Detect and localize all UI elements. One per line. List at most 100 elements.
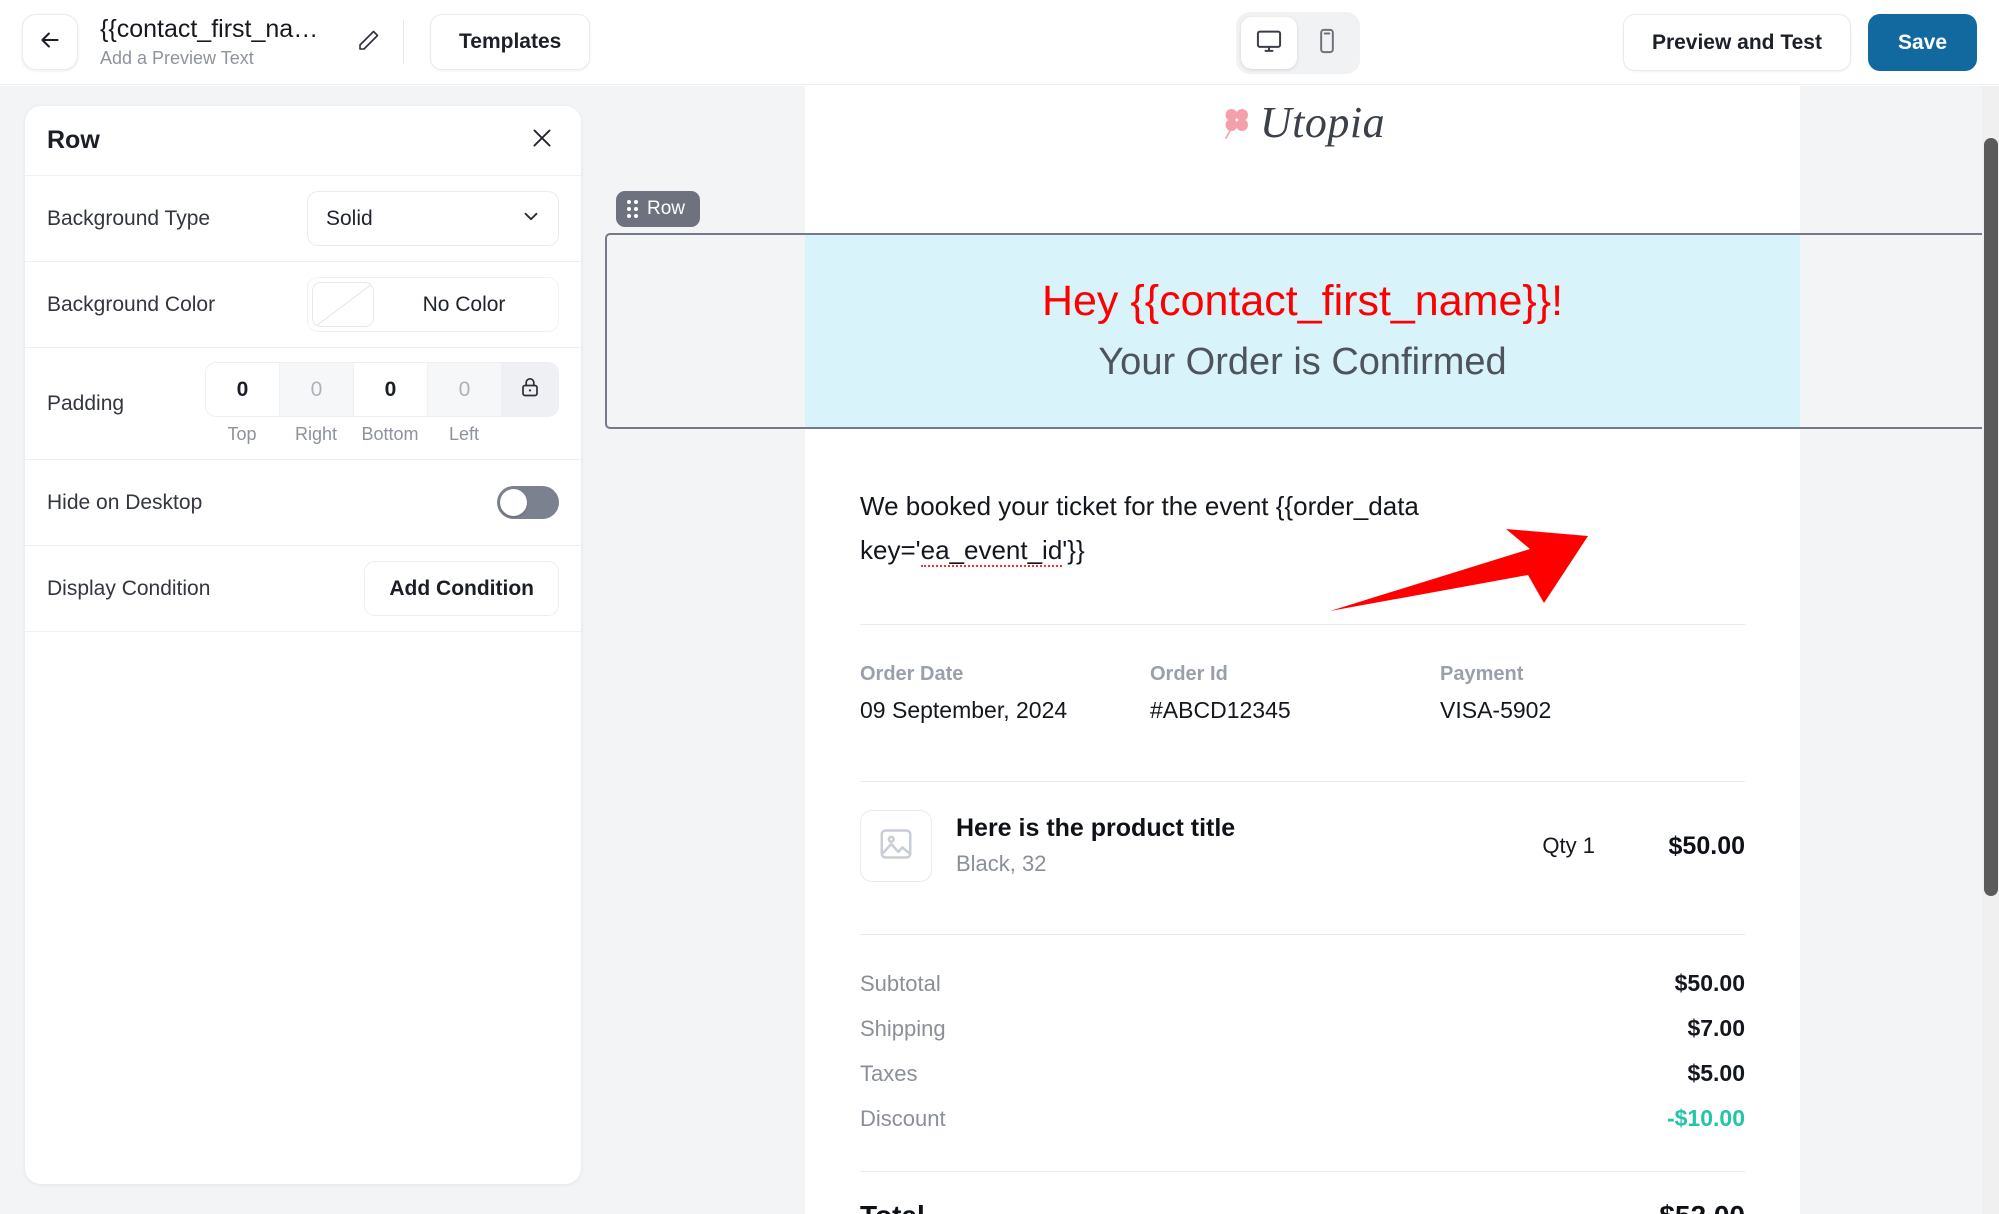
taxes-value: $5.00 [1687, 1060, 1745, 1086]
product-price: $50.00 [1668, 831, 1745, 860]
add-condition-button[interactable]: Add Condition [364, 561, 559, 616]
padding-label: Padding [47, 391, 125, 415]
arrow-left-icon [37, 27, 63, 58]
order-id-value: #ABCD12345 [1150, 697, 1291, 723]
background-type-select[interactable]: Solid [307, 191, 559, 246]
padding-bottom-input[interactable]: 0 [354, 363, 428, 416]
document-title-block: {{contact_first_nam… Add a Preview Text [100, 14, 335, 71]
page-title: {{contact_first_nam… [100, 14, 335, 43]
image-placeholder-icon [877, 825, 915, 868]
grand-total-value: $52.00 [1659, 1200, 1745, 1214]
device-preview-toggle[interactable] [1236, 12, 1360, 74]
save-button[interactable]: Save [1867, 14, 1977, 71]
padding-controls: 0 0 0 0 Top Right Bottom Left [205, 362, 559, 445]
close-icon [529, 125, 555, 156]
chevron-down-icon [520, 205, 542, 233]
hide-on-desktop-field: Hide on Desktop [25, 460, 581, 546]
background-type-label: Background Type [47, 206, 211, 230]
product-quantity: Qty 1 [1542, 833, 1595, 858]
taxes-row: Taxes $5.00 [860, 1051, 1745, 1096]
row-block-badge[interactable]: Row [616, 191, 701, 227]
email-subheadline: Your Order is Confirmed [1098, 341, 1507, 383]
payment-label: Payment [1440, 663, 1524, 685]
lock-icon [518, 375, 542, 405]
background-type-field: Background Type Solid [25, 176, 581, 262]
order-date-cell: Order Date 09 September, 2024 [860, 659, 1150, 729]
top-toolbar: {{contact_first_nam… Add a Preview Text … [0, 0, 1999, 85]
brand-name: Utopia [1259, 98, 1386, 147]
panel-header: Row [25, 106, 581, 176]
settings-panel-region: Row Background Type Solid Background Col… [0, 86, 605, 1214]
templates-button[interactable]: Templates [430, 14, 591, 70]
email-hero-block[interactable]: Hey {{contact_first_name}}! Your Order i… [805, 235, 1800, 427]
padding-lock-button[interactable] [502, 363, 558, 416]
drag-handle-icon[interactable] [627, 200, 638, 218]
padding-left-input[interactable]: 0 [428, 363, 502, 416]
grand-total-row: Total $52.00 [805, 1172, 1800, 1214]
subtotal-label: Subtotal [860, 971, 941, 996]
intro-merge-tag: ea_event_id [920, 535, 1063, 567]
preview-and-test-button[interactable]: Preview and Test [1622, 14, 1851, 71]
canvas-scrollbar-thumb[interactable] [1984, 138, 1998, 896]
email-canvas[interactable]: Utopia Row Hey {{contact_first_name}}! Y… [605, 86, 1999, 1214]
product-title: Here is the product title [956, 814, 1236, 842]
product-variant: Black, 32 [956, 851, 1047, 876]
subtotal-value: $50.00 [1674, 970, 1745, 996]
email-body: We booked your ticket for the event {{or… [805, 429, 1800, 1214]
pencil-icon [357, 28, 381, 57]
padding-right-label: Right [294, 424, 338, 444]
padding-top-label: Top [227, 424, 257, 444]
discount-label: Discount [860, 1106, 946, 1131]
discount-row: Discount -$10.00 [860, 1096, 1745, 1141]
toggle-knob [500, 489, 527, 516]
back-button[interactable] [22, 14, 78, 70]
intro-line-2-prefix: key=' [860, 535, 921, 565]
padding-top-input[interactable]: 0 [206, 363, 280, 416]
order-id-label: Order Id [1150, 663, 1228, 685]
shipping-value: $7.00 [1687, 1015, 1745, 1041]
padding-right-input[interactable]: 0 [280, 363, 354, 416]
desktop-preview-button[interactable] [1241, 17, 1297, 69]
close-panel-button[interactable] [525, 124, 559, 158]
edit-title-button[interactable] [349, 22, 389, 62]
monitor-icon [1255, 27, 1283, 60]
padding-field: Padding 0 0 0 0 Top Right Bottom Left [25, 348, 581, 460]
totals-list: Subtotal $50.00 Shipping $7.00 Taxes $5.… [805, 935, 1800, 1141]
padding-left-label: Left [448, 424, 480, 444]
order-date-value: 09 September, 2024 [860, 697, 1068, 723]
no-color-swatch-icon [312, 282, 374, 327]
product-text: Here is the product title Black, 32 [956, 811, 1465, 881]
shipping-row: Shipping $7.00 [860, 1006, 1745, 1051]
padding-inputs[interactable]: 0 0 0 0 [205, 362, 559, 417]
panel-title: Row [47, 126, 100, 154]
toolbar-actions: Preview and Test Save [1622, 14, 1977, 71]
payment-cell: Payment VISA-5902 [1440, 659, 1730, 729]
row-badge-label: Row [647, 198, 686, 219]
background-color-value: No Color [422, 292, 506, 316]
email-headline: Hey {{contact_first_name}}! [1041, 277, 1564, 325]
row-settings-panel: Row Background Type Solid Background Col… [25, 106, 581, 1184]
hide-on-desktop-toggle[interactable] [497, 486, 559, 519]
order-meta-row: Order Date 09 September, 2024 Order Id #… [805, 625, 1800, 729]
discount-value: -$10.00 [1666, 1105, 1745, 1131]
toolbar-divider [403, 20, 404, 64]
display-condition-field: Display Condition Add Condition [25, 546, 581, 632]
intro-line-1: We booked your ticket for the event {{or… [860, 491, 1419, 521]
email-intro-text[interactable]: We booked your ticket for the event {{or… [805, 429, 1800, 572]
email-brand-header: Utopia [805, 86, 1800, 159]
padding-bottom-label: Bottom [361, 424, 419, 444]
background-color-label: Background Color [47, 292, 216, 316]
grand-total-label: Total [860, 1200, 925, 1214]
order-id-cell: Order Id #ABCD12345 [1150, 659, 1440, 729]
subtotal-row: Subtotal $50.00 [860, 961, 1745, 1006]
intro-line-2-suffix: '}} [1062, 535, 1085, 565]
display-condition-label: Display Condition [47, 576, 211, 600]
hide-on-desktop-label: Hide on Desktop [47, 490, 203, 514]
product-thumbnail [860, 810, 932, 882]
shipping-label: Shipping [860, 1016, 946, 1041]
background-color-picker[interactable]: No Color [307, 277, 559, 332]
product-line-item: Here is the product title Black, 32 Qty … [805, 782, 1800, 882]
preview-text-label[interactable]: Add a Preview Text [100, 45, 335, 71]
background-type-value: Solid [326, 206, 373, 230]
mobile-preview-button[interactable] [1299, 17, 1355, 69]
